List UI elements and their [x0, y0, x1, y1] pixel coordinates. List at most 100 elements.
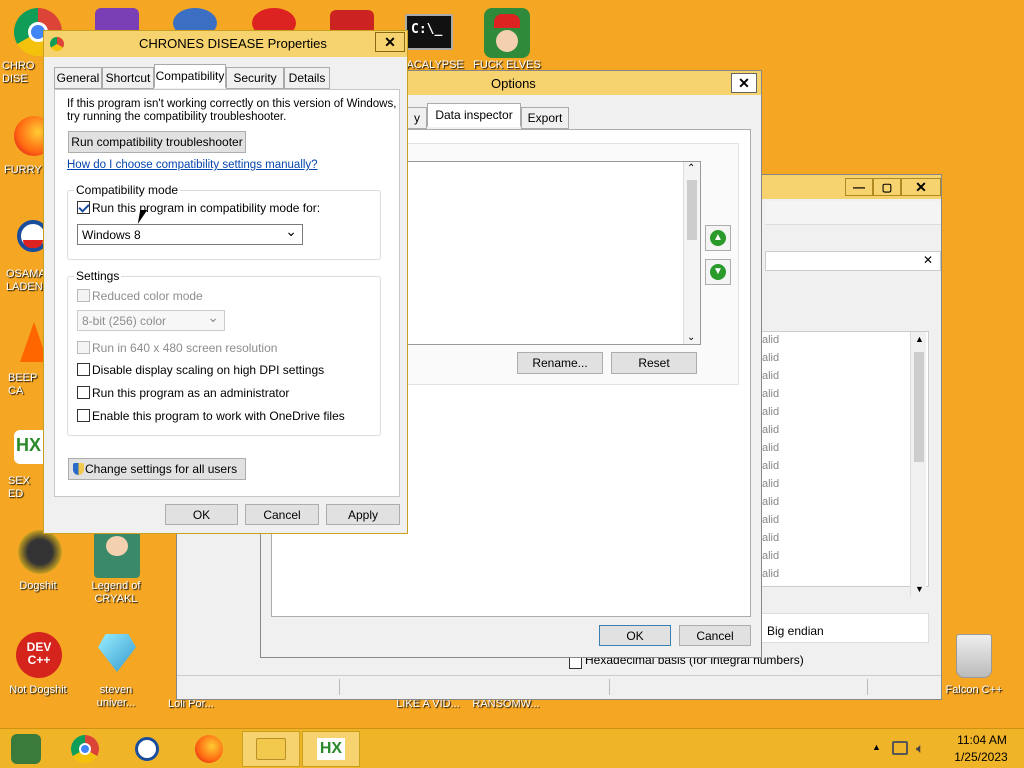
list-item: alid — [762, 352, 780, 364]
color-depth-select[interactable]: 8-bit (256) color — [77, 309, 225, 331]
tab-details[interactable]: Details — [284, 67, 330, 89]
run-as-admin-checkbox[interactable] — [77, 386, 90, 399]
arrow-down-icon: ▼ — [710, 264, 726, 280]
chevron-up-icon[interactable]: ▲ — [915, 334, 924, 344]
tab-general[interactable]: General — [54, 67, 102, 89]
start-button[interactable] — [4, 732, 48, 766]
chevron-up-icon[interactable]: ⌃ — [687, 163, 695, 174]
desktop-label: Dogshit — [19, 580, 57, 592]
volume-icon[interactable]: 🔈︎ — [916, 740, 924, 757]
network-icon[interactable] — [892, 741, 908, 755]
chevron-down-icon[interactable]: ▼ — [915, 584, 924, 594]
list-item: alid — [762, 496, 780, 508]
list-item: alid — [762, 442, 780, 454]
desktop-label: FURRY — [4, 164, 42, 176]
status-divider — [609, 679, 610, 695]
dpi-scaling-checkbox[interactable] — [77, 363, 90, 376]
folder-icon — [256, 738, 286, 760]
maximize-button[interactable]: ▢ — [873, 178, 901, 196]
scrollbar-thumb[interactable] — [687, 180, 697, 240]
compat-os-select[interactable]: Windows 8 — [77, 223, 303, 245]
taskbar-chrome[interactable] — [60, 732, 110, 766]
reset-button[interactable]: Reset — [611, 352, 697, 374]
show-hidden-icons-chevron-icon[interactable]: ▲ — [872, 742, 881, 752]
data-inspector-list — [761, 331, 929, 587]
hxd-toolbar — [765, 201, 941, 225]
move-down-button[interactable]: ▼ — [705, 259, 731, 285]
close-button[interactable]: ✕ — [375, 32, 405, 52]
tab-data-inspector[interactable]: Data inspector — [427, 103, 521, 127]
taskbar-firefox[interactable] — [184, 732, 234, 766]
cmd-icon[interactable]: C:\_ — [405, 14, 453, 50]
tab-compatibility[interactable]: Compatibility — [154, 64, 226, 88]
options-title: Options — [491, 76, 536, 91]
rename-button[interactable]: Rename... — [517, 352, 603, 374]
onedrive-label: Enable this program to work with OneDriv… — [92, 409, 345, 423]
taskbar-obama[interactable] — [122, 732, 172, 766]
apply-button[interactable]: Apply — [326, 504, 400, 525]
troubleshooter-button[interactable]: Run compatibility troubleshooter — [68, 131, 246, 153]
intro-text: If this program isn't working correctly … — [67, 98, 397, 110]
start-icon — [11, 734, 41, 764]
tab-export[interactable]: Export — [521, 107, 569, 129]
reduced-color-checkbox[interactable] — [77, 289, 90, 302]
ok-button[interactable]: OK — [599, 625, 671, 646]
move-up-button[interactable]: ▲ — [705, 225, 731, 251]
obama-icon — [135, 737, 159, 761]
change-all-users-label: Change settings for all users — [85, 462, 238, 476]
clock-time[interactable]: 11:04 AM — [952, 733, 1012, 747]
tab-security[interactable]: Security — [226, 67, 284, 89]
list-item: alid — [762, 424, 780, 436]
compatibility-panel: If this program isn't working correctly … — [54, 89, 400, 497]
cryakl-icon[interactable] — [94, 530, 140, 578]
ok-button[interactable]: OK — [165, 504, 238, 525]
desktop-label: CHRO DISE — [2, 60, 35, 85]
clock-date[interactable]: 1/25/2023 — [946, 750, 1016, 764]
taskbar-hxd[interactable]: HX — [302, 731, 360, 767]
list-item: alid — [762, 388, 780, 400]
arrow-up-icon: ▲ — [710, 230, 726, 246]
manual-settings-link[interactable]: How do I choose compatibility settings m… — [67, 159, 318, 171]
close-icon[interactable]: ✕ — [923, 253, 933, 267]
scrollbar[interactable]: ▲ ▼ — [910, 332, 926, 596]
list-item: alid — [762, 334, 780, 346]
tab-shortcut[interactable]: Shortcut — [102, 67, 154, 89]
onedrive-checkbox[interactable] — [77, 409, 90, 422]
taskbar-explorer[interactable] — [242, 731, 300, 767]
status-bar — [177, 675, 941, 699]
dpi-scaling-label: Disable display scaling on high DPI sett… — [92, 363, 325, 377]
desktop-label: steven univer... — [96, 684, 136, 709]
cancel-button[interactable]: Cancel — [679, 625, 751, 646]
tab-strip: General Shortcut Compatibility Security … — [54, 64, 400, 91]
chrome-small-icon — [50, 37, 64, 51]
desktop-label: Falcon C++ — [945, 684, 1003, 696]
status-divider — [339, 679, 340, 695]
list-item: alid — [762, 514, 780, 526]
change-all-users-button[interactable]: Change settings for all users — [68, 458, 246, 480]
devcpp-icon[interactable]: DEV C++ — [16, 632, 62, 678]
list-item: alid — [762, 370, 780, 382]
list-item: alid — [762, 406, 780, 418]
close-button[interactable]: ✕ — [901, 178, 941, 196]
minimize-button[interactable]: — — [845, 178, 873, 196]
recycle-bin-icon[interactable] — [956, 634, 992, 678]
compat-mode-checkbox[interactable] — [77, 201, 90, 214]
run-640-checkbox[interactable] — [77, 341, 90, 354]
chevron-down-icon[interactable]: ⌄ — [687, 332, 695, 343]
desktop-label: OSAMA LADEN — [6, 268, 46, 293]
diamond-icon[interactable] — [98, 634, 136, 672]
cancel-button[interactable]: Cancel — [245, 504, 319, 525]
list-item: alid — [762, 532, 780, 544]
hxd-panel-header — [765, 251, 941, 271]
list-item: alid — [762, 568, 780, 580]
firefox-icon — [195, 735, 223, 763]
listbox-scrollbar[interactable]: ⌃ ⌄ — [683, 162, 700, 344]
elf-icon[interactable] — [484, 8, 530, 58]
scrollbar-thumb[interactable] — [914, 352, 924, 462]
list-item: alid — [762, 460, 780, 472]
dogshit-icon[interactable] — [18, 530, 62, 574]
close-button[interactable]: ✕ — [731, 73, 757, 93]
type-listbox[interactable] — [391, 161, 701, 345]
run-640-label: Run in 640 x 480 screen resolution — [92, 341, 278, 355]
properties-title: CHRONES DISEASE Properties — [139, 36, 327, 51]
